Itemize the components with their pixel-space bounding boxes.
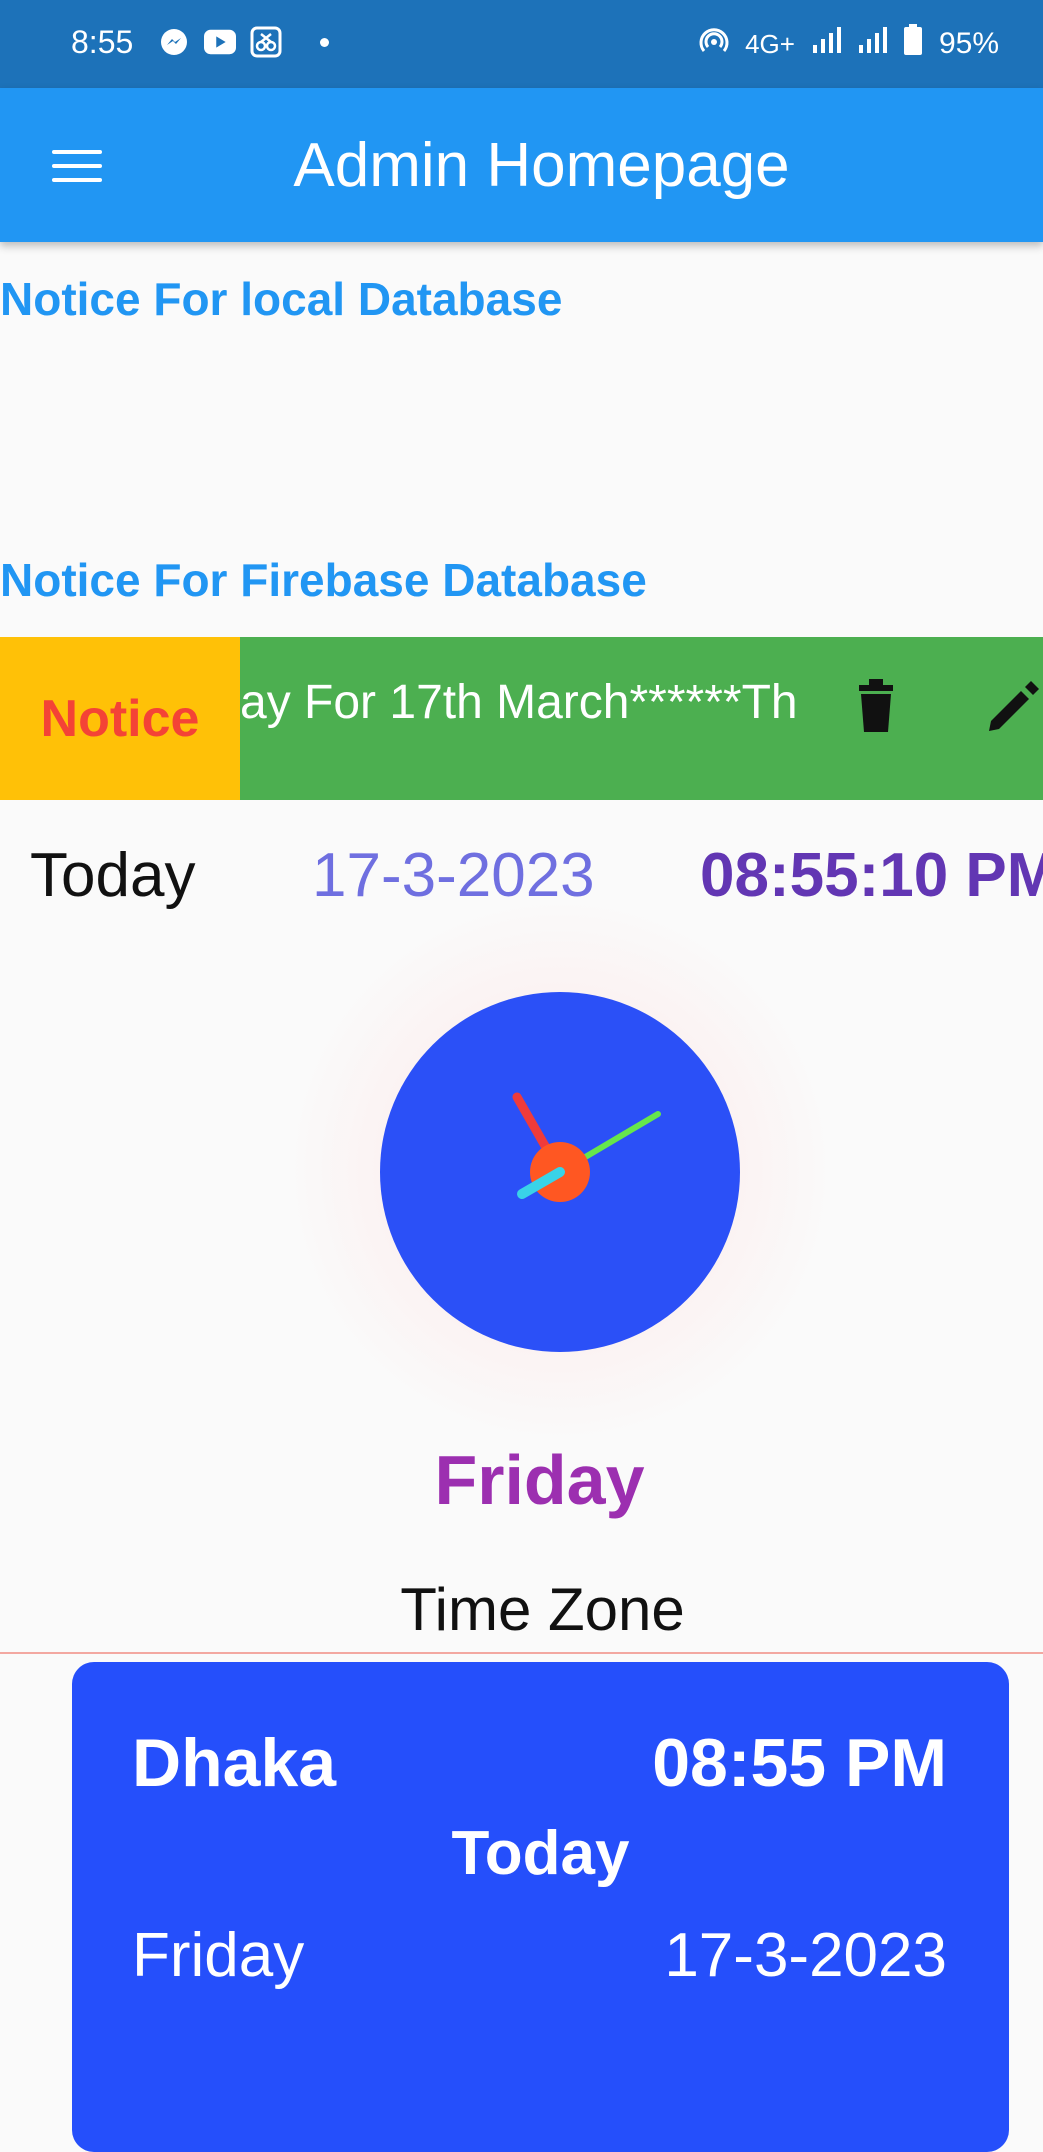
- analog-clock: [170, 900, 950, 1440]
- tz-today-label: Today: [451, 1819, 630, 1888]
- delete-icon[interactable]: [853, 677, 899, 737]
- tz-day: Friday: [132, 1921, 305, 1990]
- tz-time: 08:55 PM: [652, 1725, 947, 1801]
- firebase-database-title: Notice For Firebase Database: [0, 554, 647, 606]
- divider: [0, 1652, 1043, 1654]
- battery-percent: 95%: [938, 27, 999, 60]
- local-database-title: Notice For local Database: [0, 273, 563, 325]
- edit-icon[interactable]: [985, 675, 1043, 735]
- app-bar: Admin Homepage: [0, 88, 1043, 242]
- network-type: 4G+: [745, 28, 795, 59]
- notice-list-item[interactable]: Notice ay For 17th March******Th: [0, 637, 1043, 800]
- status-bar: 8:55 4G+ 95%: [0, 0, 1043, 88]
- page-title: Admin Homepage: [293, 131, 790, 200]
- status-time: 8:55: [71, 24, 134, 60]
- more-notifications-dot: [320, 37, 329, 47]
- day-name: Friday: [434, 1441, 645, 1519]
- notice-marquee-text: ay For 17th March******Th: [240, 676, 798, 729]
- signal-icon: [811, 25, 841, 63]
- clock-face: [380, 992, 740, 1352]
- signal-icon-2: [857, 25, 887, 63]
- notification-icons: [158, 26, 329, 58]
- battery-icon: [903, 24, 923, 64]
- messenger-icon: [158, 26, 190, 58]
- time-zone-card[interactable]: Dhaka 08:55 PM Today Friday 17-3-2023: [72, 1662, 1009, 2152]
- time-zone-title: Time Zone: [400, 1576, 685, 1643]
- tz-city: Dhaka: [132, 1725, 337, 1801]
- hotspot-icon: [699, 25, 729, 63]
- tz-date: 17-3-2023: [664, 1921, 947, 1990]
- notice-label: Notice: [0, 637, 240, 800]
- youtube-icon: [204, 26, 236, 58]
- screenshot-icon: [250, 26, 282, 58]
- system-icons: 4G+ 95%: [699, 24, 999, 64]
